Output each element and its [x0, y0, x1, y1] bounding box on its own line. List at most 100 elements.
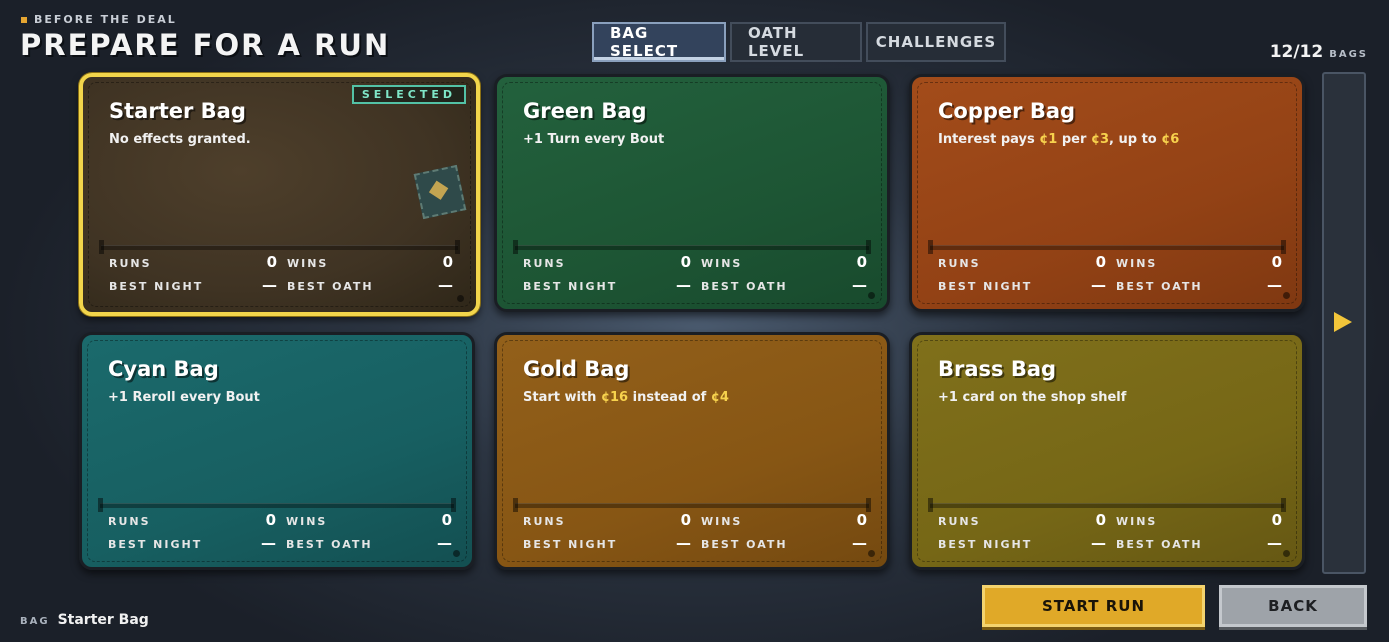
current-bag-indicator: BAG Starter Bag — [20, 612, 149, 628]
kicker-text: BEFORE THE DEAL — [34, 13, 177, 26]
runs-label: RUNS — [109, 257, 152, 270]
current-bag-label: BAG — [20, 616, 50, 627]
bag-card-brass[interactable]: Brass Bag +1 card on the shop shelf RUNS… — [909, 332, 1305, 570]
best-night-label: BEST NIGHT — [523, 538, 618, 551]
best-oath-label: BEST OATH — [286, 538, 373, 551]
wins-value: 0 — [1271, 511, 1282, 529]
card-divider — [513, 498, 871, 512]
best-night-value: — — [262, 276, 277, 294]
tab-bag-select[interactable]: BAG SELECT — [592, 22, 726, 62]
wins-label: WINS — [701, 515, 743, 528]
bag-card-green[interactable]: Green Bag +1 Turn every Bout RUNS 0 WINS… — [494, 74, 890, 312]
best-night-label: BEST NIGHT — [109, 280, 204, 293]
page-title: PREPARE FOR A RUN — [20, 28, 391, 62]
best-oath-label: BEST OATH — [1116, 280, 1203, 293]
wins-label: WINS — [1116, 515, 1158, 528]
header-kicker: BEFORE THE DEAL — [21, 13, 177, 26]
best-oath-value: — — [437, 534, 452, 552]
best-night-value: — — [1091, 534, 1106, 552]
desc-text: per — [1057, 132, 1091, 147]
bag-card-cyan[interactable]: Cyan Bag +1 Reroll every Bout RUNS 0 WIN… — [79, 332, 475, 570]
best-night-value: — — [1091, 276, 1106, 294]
card-divider — [99, 240, 460, 254]
bag-description: +1 card on the shop shelf — [938, 390, 1127, 405]
rivet-icon — [868, 550, 875, 557]
rivet-icon — [868, 292, 875, 299]
bag-description: No effects granted. — [109, 132, 251, 147]
tab-challenges[interactable]: CHALLENGES — [866, 22, 1006, 62]
wins-label: WINS — [1116, 257, 1158, 270]
best-night-label: BEST NIGHT — [108, 538, 203, 551]
currency-value: ¢16 — [600, 390, 629, 405]
patch-icon — [413, 164, 467, 220]
best-oath-label: BEST OATH — [701, 538, 788, 551]
wins-value: 0 — [441, 511, 452, 529]
rivet-icon — [1283, 292, 1290, 299]
runs-value: 0 — [265, 511, 276, 529]
runs-label: RUNS — [108, 515, 151, 528]
wins-value: 0 — [856, 511, 867, 529]
best-night-value: — — [676, 534, 691, 552]
card-divider — [513, 240, 871, 254]
runs-value: 0 — [1095, 253, 1106, 271]
bag-description: Interest pays ¢1 per ¢3, up to ¢6 — [938, 132, 1179, 147]
best-night-value: — — [676, 276, 691, 294]
card-divider — [98, 498, 456, 512]
bag-card-gold[interactable]: Gold Bag Start with ¢16 instead of ¢4 RU… — [494, 332, 890, 570]
rivet-icon — [1283, 550, 1290, 557]
rivet-icon — [453, 550, 460, 557]
best-oath-label: BEST OATH — [287, 280, 374, 293]
bag-name: Cyan Bag — [108, 357, 219, 381]
runs-value: 0 — [680, 511, 691, 529]
current-bag-value: Starter Bag — [57, 612, 149, 628]
bag-description: Start with ¢16 instead of ¢4 — [523, 390, 729, 405]
wins-label: WINS — [701, 257, 743, 270]
card-divider — [928, 240, 1286, 254]
bag-name: Gold Bag — [523, 357, 630, 381]
wins-value: 0 — [442, 253, 453, 271]
bag-description: +1 Turn every Bout — [523, 132, 665, 147]
best-oath-value: — — [852, 276, 867, 294]
tab-bar: BAG SELECT OATH LEVEL CHALLENGES — [592, 22, 1006, 62]
runs-label: RUNS — [523, 515, 566, 528]
desc-text: Start with — [523, 390, 601, 405]
best-oath-label: BEST OATH — [1116, 538, 1203, 551]
bag-name: Brass Bag — [938, 357, 1057, 381]
bag-name: Copper Bag — [938, 99, 1076, 123]
wins-label: WINS — [287, 257, 329, 270]
wins-label: WINS — [286, 515, 328, 528]
best-oath-label: BEST OATH — [701, 280, 788, 293]
best-oath-value: — — [852, 534, 867, 552]
arrow-right-icon[interactable] — [1334, 312, 1352, 332]
desc-text: , up to — [1109, 132, 1162, 147]
runs-value: 0 — [266, 253, 277, 271]
tab-oath-level[interactable]: OATH LEVEL — [730, 22, 862, 62]
runs-label: RUNS — [938, 515, 981, 528]
best-night-value: — — [261, 534, 276, 552]
runs-label: RUNS — [523, 257, 566, 270]
currency-value: ¢3 — [1090, 132, 1110, 147]
kicker-square-icon — [21, 16, 27, 23]
bag-count-value: 12/12 — [1269, 42, 1324, 62]
rivet-icon — [457, 295, 464, 302]
bag-card-starter[interactable]: SELECTED Starter Bag No effects granted.… — [79, 73, 480, 316]
best-oath-value: — — [1267, 534, 1282, 552]
best-oath-value: — — [438, 276, 453, 294]
currency-value: ¢1 — [1039, 132, 1058, 147]
runs-label: RUNS — [938, 257, 981, 270]
bag-count-label: BAGS — [1329, 49, 1368, 60]
bag-card-copper[interactable]: Copper Bag Interest pays ¢1 per ¢3, up t… — [909, 74, 1305, 312]
card-divider — [928, 498, 1286, 512]
bag-name: Green Bag — [523, 99, 647, 123]
bag-count: 12/12 BAGS — [1270, 42, 1368, 62]
currency-value: ¢4 — [710, 390, 729, 405]
back-button[interactable]: BACK — [1219, 585, 1367, 627]
runs-value: 0 — [680, 253, 691, 271]
best-night-label: BEST NIGHT — [938, 538, 1033, 551]
currency-value: ¢6 — [1161, 132, 1180, 147]
start-run-button[interactable]: START RUN — [982, 585, 1205, 627]
desc-text: Interest pays — [938, 132, 1040, 147]
wins-value: 0 — [1271, 253, 1282, 271]
desc-text: instead of — [628, 390, 711, 405]
best-night-label: BEST NIGHT — [523, 280, 618, 293]
